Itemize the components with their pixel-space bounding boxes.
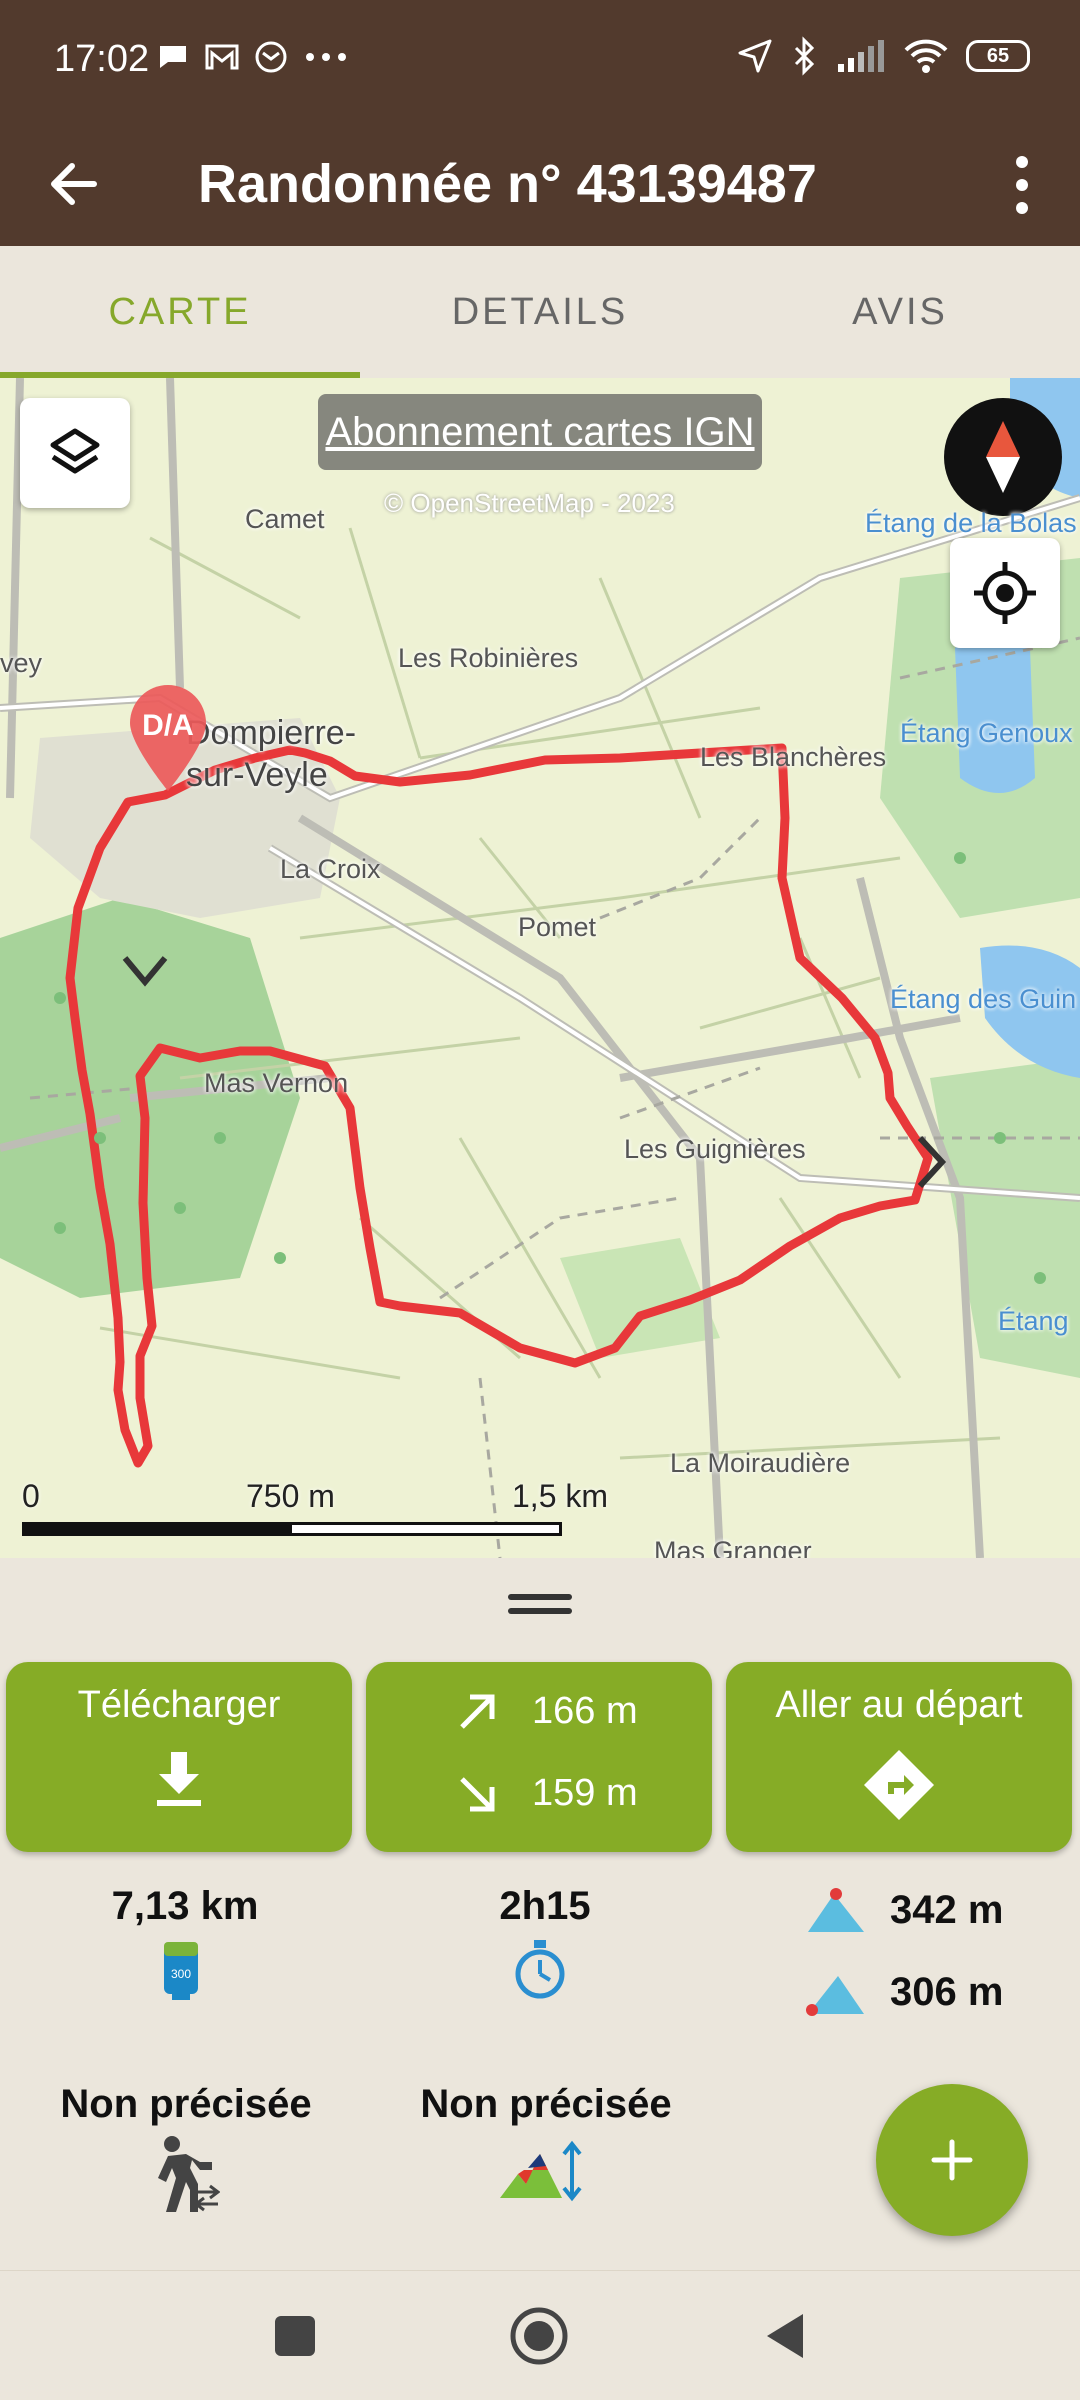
go-to-start-label: Aller au départ	[775, 1684, 1023, 1726]
back-arrow-icon[interactable]	[44, 154, 104, 214]
sheet-drag-handle[interactable]	[508, 1594, 572, 1618]
compass-icon	[986, 421, 1020, 493]
difficulty-icon	[500, 2140, 582, 2202]
map-place-label: Mas Vernon	[204, 1068, 349, 1098]
tab-bar: CARTE DETAILS AVIS	[0, 246, 1080, 378]
status-time: 17:02	[54, 38, 150, 80]
gmail-icon	[205, 44, 239, 70]
scale-bar	[22, 1522, 562, 1536]
plus-icon	[931, 2139, 973, 2181]
battery-icon: 65	[966, 40, 1030, 72]
home-button[interactable]	[506, 2303, 572, 2369]
map-place-label: La Croix	[280, 854, 381, 884]
back-button[interactable]	[752, 2303, 818, 2369]
system-nav-bar	[0, 2270, 1080, 2400]
signal-icon	[838, 40, 884, 72]
go-to-start-button[interactable]: Aller au départ	[726, 1662, 1072, 1852]
descent-value: 159 m	[532, 1772, 638, 1814]
ascent-arrow-icon	[460, 1694, 495, 1729]
more-dots-icon	[306, 53, 346, 61]
distance-sign-icon: 300	[164, 1942, 198, 2000]
directions-icon	[864, 1750, 934, 1820]
svg-text:300: 300	[171, 1967, 191, 1981]
map-canvas[interactable]	[0, 378, 1080, 1558]
chat-icon	[160, 46, 186, 68]
activity-level-value: Non précisée	[60, 2082, 312, 2126]
layers-icon	[50, 428, 100, 474]
map-place-label: Dompierre-	[186, 714, 357, 752]
tab-avis[interactable]: AVIS	[720, 246, 1080, 378]
map-view[interactable]: Abonnement cartes IGN © OpenStreetMap - …	[0, 378, 1080, 1558]
map-attribution: © OpenStreetMap - 2023	[384, 488, 675, 518]
app-bar: Randonnée n° 43139487	[0, 124, 1080, 246]
stopwatch-icon	[515, 1940, 565, 1999]
location-arrow-icon	[738, 39, 772, 73]
status-bar: 17:02 65	[0, 0, 1080, 124]
map-place-label: Pomet	[518, 912, 597, 942]
map-layers-button[interactable]	[20, 398, 130, 508]
difficulty-value: Non précisée	[420, 2082, 672, 2126]
tab-details[interactable]: DETAILS	[360, 246, 720, 378]
descent-arrow-icon	[460, 1776, 495, 1811]
elevation-button[interactable]: 166 m 159 m	[366, 1662, 712, 1852]
map-place-label: Les Blanchères	[700, 742, 887, 772]
compass-button[interactable]	[944, 398, 1062, 516]
mail-icon	[255, 41, 287, 73]
map-place-label: vey	[0, 648, 43, 678]
hiker-icon	[158, 2136, 220, 2212]
bluetooth-icon	[794, 36, 815, 76]
square-icon	[275, 2316, 315, 2356]
scale-zero: 0	[22, 1478, 40, 1514]
map-scale: 0 750 m 1,5 km	[22, 1478, 608, 1536]
crosshair-icon	[974, 562, 1036, 624]
map-water-label: Étang de la Bolas	[865, 508, 1077, 538]
map-water-label: Étang des Guin	[890, 984, 1077, 1014]
home-circle-icon	[510, 2307, 568, 2365]
tab-carte[interactable]: CARTE	[0, 246, 360, 378]
map-place-label: Camet	[245, 504, 325, 534]
max-altitude-value: 342 m	[890, 1887, 1004, 1932]
download-label: Télécharger	[77, 1684, 281, 1726]
marker-label: D/A	[142, 709, 194, 742]
download-icon	[157, 1752, 201, 1806]
map-water-label: Étang	[998, 1306, 1069, 1336]
more-vert-icon[interactable]	[1002, 152, 1042, 218]
map-place-label: Les Guignières	[624, 1134, 806, 1164]
download-button[interactable]: Télécharger	[6, 1662, 352, 1852]
my-location-button[interactable]	[950, 538, 1060, 648]
start-finish-marker[interactable]: D/A	[126, 683, 210, 793]
map-place-label: La Moiraudière	[670, 1448, 851, 1478]
page-title: Randonnée n° 43139487	[198, 154, 817, 214]
distance-value: 7,13 km	[111, 1884, 259, 1928]
max-altitude-icon	[808, 1888, 864, 1932]
min-altitude-icon	[806, 1976, 864, 2016]
duration-value: 2h15	[499, 1884, 591, 1928]
map-place-label: Mas Granger	[654, 1536, 812, 1558]
scale-mid: 750 m	[246, 1478, 335, 1514]
add-fab-button[interactable]	[876, 2084, 1028, 2236]
map-place-label: Les Robinières	[398, 643, 579, 673]
min-altitude-value: 306 m	[890, 1969, 1004, 2014]
wifi-icon	[904, 39, 948, 73]
back-triangle-icon	[767, 2314, 803, 2358]
scale-max: 1,5 km	[512, 1478, 609, 1514]
map-water-label: Étang Genoux	[900, 718, 1073, 748]
ign-subscription-link[interactable]: Abonnement cartes IGN	[318, 394, 762, 470]
ascent-value: 166 m	[532, 1690, 638, 1732]
recents-button[interactable]	[262, 2303, 328, 2369]
